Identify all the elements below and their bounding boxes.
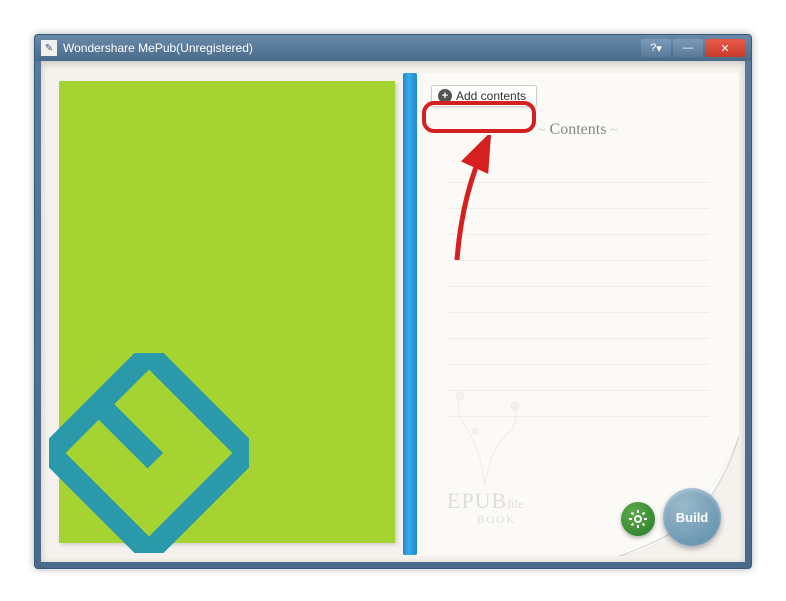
app-window: ✎ Wondershare MePub(Unregistered) ? ▾ — … — [34, 34, 752, 569]
flourish-left-icon: ~ — [538, 123, 546, 138]
list-item — [447, 287, 709, 313]
titlebar[interactable]: ✎ Wondershare MePub(Unregistered) ? ▾ — … — [35, 35, 751, 61]
settings-button[interactable] — [621, 502, 655, 536]
close-button[interactable]: ✕ — [705, 39, 745, 57]
plus-icon: + — [438, 89, 452, 103]
list-item — [447, 157, 709, 183]
epub-logo-icon — [49, 353, 249, 553]
list-item — [447, 235, 709, 261]
gear-icon — [628, 509, 648, 529]
list-item — [447, 313, 709, 339]
contents-page: + Add contents ~ Contents ~ — [417, 73, 739, 556]
build-button[interactable]: Build — [663, 488, 721, 546]
book-spine — [403, 73, 417, 555]
flourish-right-icon: ~ — [610, 123, 618, 138]
add-contents-button[interactable]: + Add contents — [431, 85, 537, 107]
window-title: Wondershare MePub(Unregistered) — [63, 41, 253, 55]
list-item — [447, 339, 709, 365]
add-contents-label: Add contents — [456, 89, 526, 103]
client-area: + Add contents ~ Contents ~ — [41, 61, 745, 562]
book-cover[interactable] — [59, 81, 395, 543]
contents-heading: ~ Contents ~ — [417, 121, 739, 139]
app-icon: ✎ — [41, 40, 57, 56]
floral-decoration-icon — [425, 376, 545, 496]
list-item — [447, 209, 709, 235]
list-item — [447, 183, 709, 209]
list-item — [447, 261, 709, 287]
minimize-button[interactable]: — — [673, 39, 703, 57]
epub-watermark: EPUBfile BOOK — [447, 488, 523, 526]
help-button[interactable]: ? ▾ — [641, 39, 671, 57]
